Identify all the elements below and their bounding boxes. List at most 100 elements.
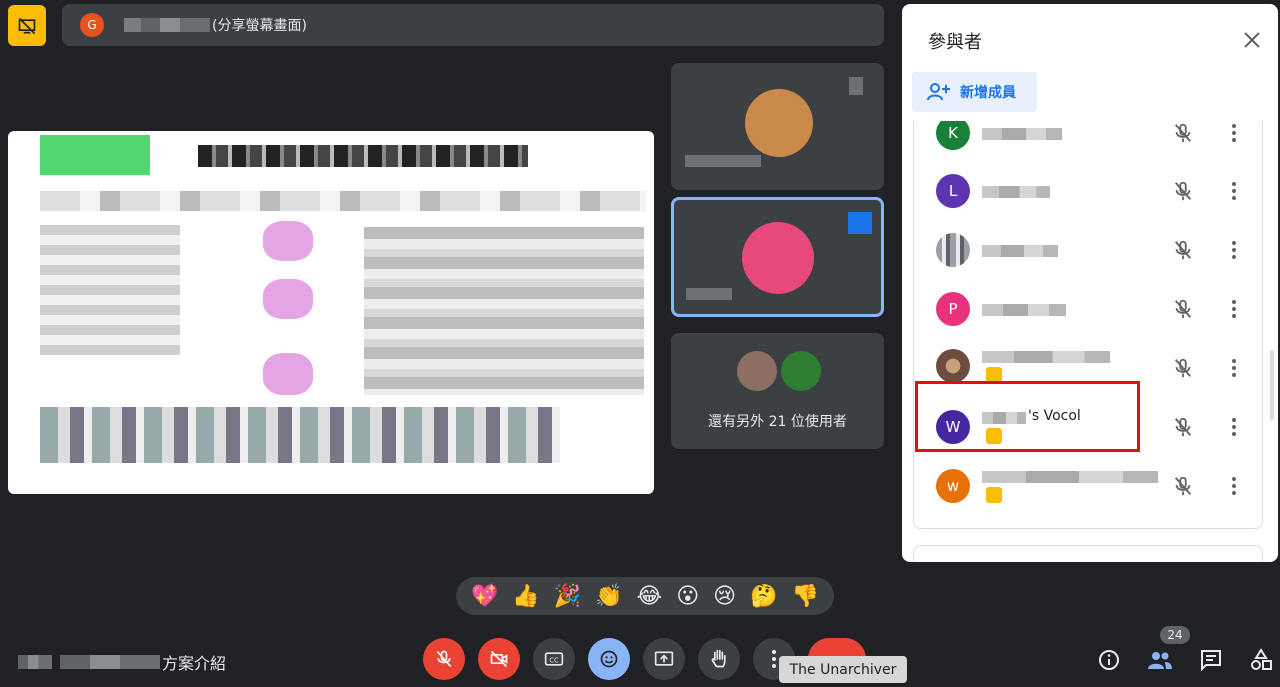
chat-icon: [1201, 650, 1221, 672]
more-options-icon[interactable]: [1226, 180, 1242, 202]
participants-list: K L P W 's Vocol w: [913, 121, 1263, 529]
info-icon: [1099, 650, 1119, 670]
raise-hand-button[interactable]: [698, 638, 740, 680]
speaking-indicator-icon: [848, 212, 872, 234]
present-screen-off-icon: [18, 17, 36, 34]
participant-name-redacted: [982, 186, 1050, 198]
svg-text:CC: CC: [549, 656, 559, 664]
reaction-surprised[interactable]: 😮: [676, 584, 699, 609]
avatar: P: [936, 292, 970, 326]
meeting-title-redacted: [18, 655, 52, 669]
screen-col1-blur: [40, 225, 180, 355]
mic-off-icon: [436, 650, 452, 668]
reaction-sparkling-heart[interactable]: 💖: [471, 584, 498, 609]
meeting-title-suffix: 方案介紹: [162, 654, 227, 673]
tile-avatar-blur: [742, 222, 814, 294]
avatar: K: [936, 121, 970, 150]
activities-button[interactable]: [1247, 646, 1275, 674]
presenter-bar: G (分享螢幕畫面): [62, 4, 884, 46]
tile-avatar-blur: [737, 351, 777, 391]
add-member-label: 新增成員: [960, 85, 1016, 101]
tile-indicator-blur: [849, 77, 863, 95]
participant-name-redacted: [982, 245, 1058, 257]
camera-toggle-button[interactable]: [478, 638, 520, 680]
reaction-thumbs-up[interactable]: 👍: [512, 584, 539, 609]
screen-footer-blur: [40, 407, 560, 463]
tile-name-blur: [685, 155, 761, 167]
participant-count-badge: 24: [1160, 626, 1190, 644]
reaction-party-popper[interactable]: 🎉: [554, 584, 581, 609]
screen-col3-blur: [364, 227, 644, 395]
reaction-clapping[interactable]: 👏: [595, 584, 622, 609]
avatar: [936, 233, 970, 267]
participant-row[interactable]: [914, 221, 1262, 279]
tile-avatar-blur: [745, 89, 813, 157]
reaction-thinking[interactable]: 🤔: [750, 584, 777, 609]
mic-off-icon[interactable]: [1172, 180, 1194, 202]
more-participants-tile[interactable]: 還有另外 21 位使用者: [671, 333, 884, 449]
tile-avatar-blur: [781, 351, 821, 391]
add-member-button[interactable]: 新增成員: [912, 72, 1037, 112]
hand-icon: [711, 649, 726, 668]
mic-off-icon[interactable]: [1172, 239, 1194, 261]
more-options-icon[interactable]: [1226, 239, 1242, 261]
participant-row[interactable]: L: [914, 162, 1262, 220]
shared-screen[interactable]: [8, 131, 654, 494]
more-options-icon[interactable]: [1226, 122, 1242, 144]
participants-panel: 參與者 新增成員 K L P W 's Vocol w: [902, 4, 1278, 562]
panel-scrollbar[interactable]: [1270, 350, 1274, 420]
closed-captions-icon: CC: [544, 652, 564, 666]
participant-row[interactable]: w: [914, 457, 1262, 515]
participants-button[interactable]: [1146, 646, 1174, 674]
reaction-laughing[interactable]: 😂: [637, 584, 663, 609]
participant-tile-active[interactable]: [671, 197, 884, 317]
presenting-badge-icon: [986, 487, 1002, 503]
mic-off-icon[interactable]: [1172, 475, 1194, 497]
screen-pink-blob-2: [263, 279, 313, 319]
screen-pink-blob-1: [263, 221, 313, 261]
avatar: L: [936, 174, 970, 208]
avatar: [936, 349, 970, 383]
reaction-crying[interactable]: 😢: [713, 584, 736, 609]
presenter-name-redacted: [124, 18, 210, 32]
participant-row[interactable]: K: [914, 121, 1262, 162]
panel-title: 參與者: [928, 32, 982, 53]
more-options-icon[interactable]: [1226, 357, 1242, 379]
presenter-avatar: G: [80, 13, 104, 37]
mic-off-icon[interactable]: [1172, 298, 1194, 320]
mic-off-icon[interactable]: [1172, 122, 1194, 144]
more-users-label: 還有另外 21 位使用者: [708, 414, 847, 430]
reaction-thumbs-down[interactable]: 👎: [791, 584, 818, 609]
presenter-label: (分享螢幕畫面): [212, 18, 307, 34]
tile-name-blur: [686, 288, 732, 300]
more-options-icon[interactable]: [1226, 298, 1242, 320]
people-icon: [1148, 652, 1172, 669]
more-options-icon[interactable]: [1226, 475, 1242, 497]
mic-off-icon[interactable]: [1172, 357, 1194, 379]
emoji-reactions-button[interactable]: [588, 638, 630, 680]
meeting-title-redacted: [60, 655, 160, 669]
camera-off-icon: [490, 650, 508, 668]
mic-off-icon[interactable]: [1172, 416, 1194, 438]
more-options-icon[interactable]: [1226, 416, 1242, 438]
close-icon[interactable]: [1240, 28, 1264, 52]
panel-section-collapsed[interactable]: [913, 545, 1263, 562]
participant-row[interactable]: P: [914, 280, 1262, 338]
present-screen-button[interactable]: [643, 638, 685, 680]
screen-logo-blur: [40, 135, 150, 175]
app-tooltip: The Unarchiver: [779, 656, 907, 683]
screen-pink-blob-3: [263, 353, 313, 395]
chat-button[interactable]: [1197, 646, 1225, 674]
participant-tile[interactable]: [671, 63, 884, 190]
meeting-details-button[interactable]: [1095, 646, 1123, 674]
meeting-title: 方案介紹: [18, 650, 226, 674]
avatar: w: [936, 469, 970, 503]
screen-header-blur: [40, 191, 646, 211]
highlight-box: [915, 381, 1140, 452]
present-to-all-icon: [654, 651, 674, 666]
presenting-indicator[interactable]: [8, 5, 46, 46]
captions-button[interactable]: CC: [533, 638, 575, 680]
smiley-icon: [600, 650, 618, 668]
mic-toggle-button[interactable]: [423, 638, 465, 680]
participant-name-redacted: [982, 128, 1062, 140]
